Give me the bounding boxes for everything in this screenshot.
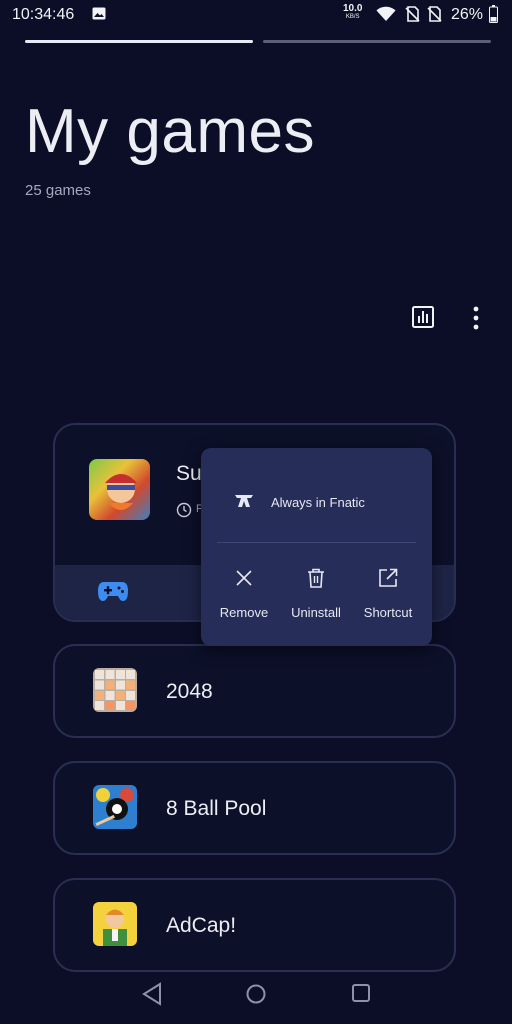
network-speed: 10.0 KB/S (343, 4, 362, 22)
external-link-icon (379, 568, 398, 587)
shortcut-button[interactable]: Shortcut (352, 566, 424, 620)
stats-icon[interactable] (411, 305, 435, 329)
game-8ball-icon[interactable] (93, 785, 137, 829)
uninstall-button[interactable]: Uninstall (280, 566, 352, 620)
network-speed-unit: KB/S (345, 14, 360, 20)
image-notification-icon (92, 7, 106, 20)
home-icon[interactable] (245, 983, 267, 1005)
always-in-fnatic-option[interactable]: Always in Fnatic (271, 495, 365, 510)
uninstall-label: Uninstall (291, 605, 341, 620)
battery-percent: 26% (451, 6, 484, 23)
trash-icon (308, 568, 324, 588)
game-name: 2048 (166, 680, 213, 703)
clock-icon (176, 502, 192, 518)
page-title: My games (25, 97, 315, 166)
game-adcap-art (93, 902, 137, 946)
remove-button[interactable]: Remove (208, 566, 280, 620)
game-name-featured: Su (176, 462, 202, 485)
game-2048-art (93, 668, 137, 712)
shortcut-label: Shortcut (363, 605, 413, 620)
game-8ball-art (93, 785, 137, 829)
tab-my-games[interactable] (25, 40, 253, 43)
close-icon (236, 570, 252, 586)
game-name: AdCap! (166, 914, 237, 937)
game-2048-icon[interactable] (93, 668, 137, 712)
wifi-icon (376, 6, 396, 21)
popup-divider (217, 542, 416, 543)
no-sim-icon (427, 6, 442, 22)
gamepad-icon[interactable] (97, 579, 129, 603)
game-subway-icon[interactable] (89, 459, 150, 520)
remove-label: Remove (219, 605, 269, 620)
tab-secondary[interactable] (263, 40, 491, 43)
battery-icon (489, 5, 498, 23)
status-time: 10:34:46 (12, 6, 75, 23)
recent-apps-icon[interactable] (351, 983, 371, 1003)
game-name: 8 Ball Pool (166, 797, 267, 820)
more-options-icon[interactable] (465, 305, 487, 331)
games-count: 25 games (25, 182, 91, 199)
back-icon[interactable] (141, 982, 163, 1006)
fnatic-icon[interactable] (234, 493, 254, 509)
no-sim-icon (405, 6, 420, 22)
game-subway-art (105, 474, 137, 510)
game-adcap-icon[interactable] (93, 902, 137, 946)
